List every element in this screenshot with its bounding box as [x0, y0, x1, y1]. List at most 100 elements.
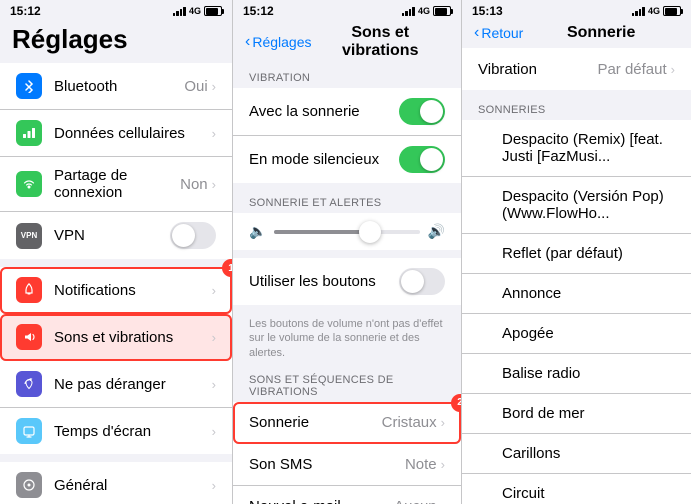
dnd-item[interactable]: Ne pas déranger › — [0, 361, 232, 408]
ringtone-annonce[interactable]: Annonce — [462, 274, 691, 314]
ringtone-label: Annonce — [502, 285, 675, 302]
settings-list: Bluetooth Oui › Données cellulaires › Pa… — [0, 63, 232, 504]
vibration-header: VIBRATION — [233, 66, 461, 88]
chevron-icon: › — [671, 62, 675, 77]
ringtone-label: Despacito (Versión Pop) (Www.FlowHo... — [502, 188, 675, 222]
general-icon — [16, 472, 42, 498]
nav-bar-2: ‹ Réglages Sons et vibrations — [233, 20, 461, 66]
ringtone-apogee[interactable]: Apogée — [462, 314, 691, 354]
sonnerie-item[interactable]: 2 Sonnerie Cristaux › — [233, 402, 461, 444]
ringtone-label: Bord de mer — [502, 405, 675, 422]
chevron-icon: › — [441, 499, 445, 504]
ringtone-label: Carillons — [502, 445, 675, 462]
vibration-row-section: Vibration Par défaut › — [462, 48, 691, 90]
status-icons-1: 4G — [173, 6, 222, 16]
ringtone-despacito-remix[interactable]: Despacito (Remix) [feat. Justi [FazMusi.… — [462, 120, 691, 177]
back-chevron: ‹ — [245, 33, 250, 51]
volume-slider-row: 🔈 🔊 — [233, 213, 461, 250]
ringtone-label: Despacito (Remix) [feat. Justi [FazMusi.… — [502, 131, 675, 165]
nav-bar-3: ‹ Retour Sonnerie — [462, 20, 691, 48]
vpn-toggle[interactable] — [170, 222, 216, 249]
volume-high-icon: 🔊 — [428, 223, 445, 240]
notifications-item[interactable]: 1 Notifications › — [0, 267, 232, 314]
dnd-label: Ne pas déranger — [54, 376, 212, 393]
sms-value: Note — [405, 456, 437, 473]
volume-hint: Les boutons de volume n'ont pas d'effet … — [233, 313, 461, 368]
panel-reglages: 15:12 4G Réglages Bluetooth Oui › — [0, 0, 233, 504]
volume-slider[interactable] — [274, 230, 419, 234]
vpn-icon: VPN — [16, 223, 42, 249]
cellular-item[interactable]: Données cellulaires › — [0, 110, 232, 157]
ringtone-bord-mer[interactable]: Bord de mer — [462, 394, 691, 434]
hotspot-label: Partage de connexion — [54, 167, 180, 201]
vibration-row-label: Vibration — [478, 61, 597, 78]
sons-sequences-header: SONS ET SÉQUENCES DE VIBRATIONS — [233, 368, 461, 402]
ringtone-label: Reflet (par défaut) — [502, 245, 675, 262]
vibration-sonnerie-toggle[interactable] — [399, 98, 445, 125]
vpn-item[interactable]: VPN VPN — [0, 212, 232, 259]
email-label: Nouvel e-mail — [249, 498, 394, 504]
chevron-icon: › — [212, 126, 216, 141]
vibration-silent-toggle[interactable] — [399, 146, 445, 173]
nav-title-2: Sons et vibrations — [311, 24, 449, 60]
screentime-icon — [16, 418, 42, 444]
sms-item[interactable]: Son SMS Note › — [233, 444, 461, 486]
ringtone-circuit[interactable]: Circuit — [462, 474, 691, 504]
status-bar-1: 15:12 4G — [0, 0, 232, 20]
chevron-icon: › — [212, 283, 216, 298]
general-section: Général › Centre de contrôle › Luminosit… — [0, 462, 232, 504]
vibration-section: Avec la sonnerie En mode silencieux — [233, 88, 461, 183]
vibration-silent-item[interactable]: En mode silencieux — [233, 136, 461, 183]
sonnerie-content: Vibration Par défaut › SONNERIES Despaci… — [462, 48, 691, 504]
bluetooth-item[interactable]: Bluetooth Oui › — [0, 63, 232, 110]
chevron-icon: › — [212, 177, 216, 192]
back-label-2: Réglages — [252, 34, 311, 50]
hotspot-icon — [16, 171, 42, 197]
page-title-1: Réglages — [0, 20, 232, 63]
general-item[interactable]: Général › — [0, 462, 232, 504]
use-volume-item[interactable]: Utiliser les boutons — [233, 258, 461, 305]
use-volume-label: Utiliser les boutons — [249, 273, 399, 290]
sonnerie-header: SONNERIE ET ALERTES — [233, 191, 461, 213]
use-volume-toggle[interactable] — [399, 268, 445, 295]
sounds-content: VIBRATION Avec la sonnerie En mode silen… — [233, 66, 461, 504]
bluetooth-icon — [16, 73, 42, 99]
chevron-icon: › — [212, 478, 216, 493]
cellular-label: Données cellulaires — [54, 125, 212, 142]
use-volume-section: Utiliser les boutons — [233, 258, 461, 305]
ringtones-list: Despacito (Remix) [feat. Justi [FazMusi.… — [462, 120, 691, 504]
back-chevron-3: ‹ — [474, 24, 479, 42]
vibration-row[interactable]: Vibration Par défaut › — [462, 48, 691, 90]
status-icons-2: 4G — [402, 6, 451, 16]
vibration-sonnerie-item[interactable]: Avec la sonnerie — [233, 88, 461, 136]
ringtone-label: Circuit — [502, 485, 675, 502]
status-icons-3: 4G — [632, 6, 681, 16]
screentime-item[interactable]: Temps d'écran › — [0, 408, 232, 454]
ringtone-balise[interactable]: Balise radio — [462, 354, 691, 394]
panel-sons: 15:12 4G ‹ Réglages Sons et vibrations V… — [233, 0, 462, 504]
nav-title-3: Sonnerie — [523, 24, 679, 42]
chevron-icon: › — [441, 415, 445, 430]
volume-low-icon: 🔈 — [249, 223, 266, 240]
cellular-icon — [16, 120, 42, 146]
status-bar-3: 15:13 4G — [462, 0, 691, 20]
sounds-item[interactable]: Sons et vibrations › — [0, 314, 232, 361]
chevron-icon: › — [212, 424, 216, 439]
battery-icon — [204, 6, 222, 16]
bluetooth-value: Oui — [184, 78, 207, 95]
signal-icon-2 — [402, 6, 415, 16]
hotspot-value: Non — [180, 176, 208, 193]
hotspot-item[interactable]: Partage de connexion Non › — [0, 157, 232, 212]
vibration-silent-label: En mode silencieux — [249, 151, 399, 168]
chevron-icon: › — [212, 330, 216, 345]
lte-3: 4G — [648, 6, 660, 16]
ringtone-despacito-pop[interactable]: Despacito (Versión Pop) (Www.FlowHo... — [462, 177, 691, 234]
email-item[interactable]: Nouvel e-mail Aucun › — [233, 486, 461, 504]
back-button-3[interactable]: ‹ Retour — [474, 24, 523, 42]
sounds-icon — [16, 324, 42, 350]
ringtone-carillons[interactable]: Carillons — [462, 434, 691, 474]
ringtone-reflet[interactable]: Reflet (par défaut) — [462, 234, 691, 274]
back-button-2[interactable]: ‹ Réglages — [245, 33, 311, 51]
sounds-label: Sons et vibrations — [54, 329, 212, 346]
status-bar-2: 15:12 4G — [233, 0, 461, 20]
